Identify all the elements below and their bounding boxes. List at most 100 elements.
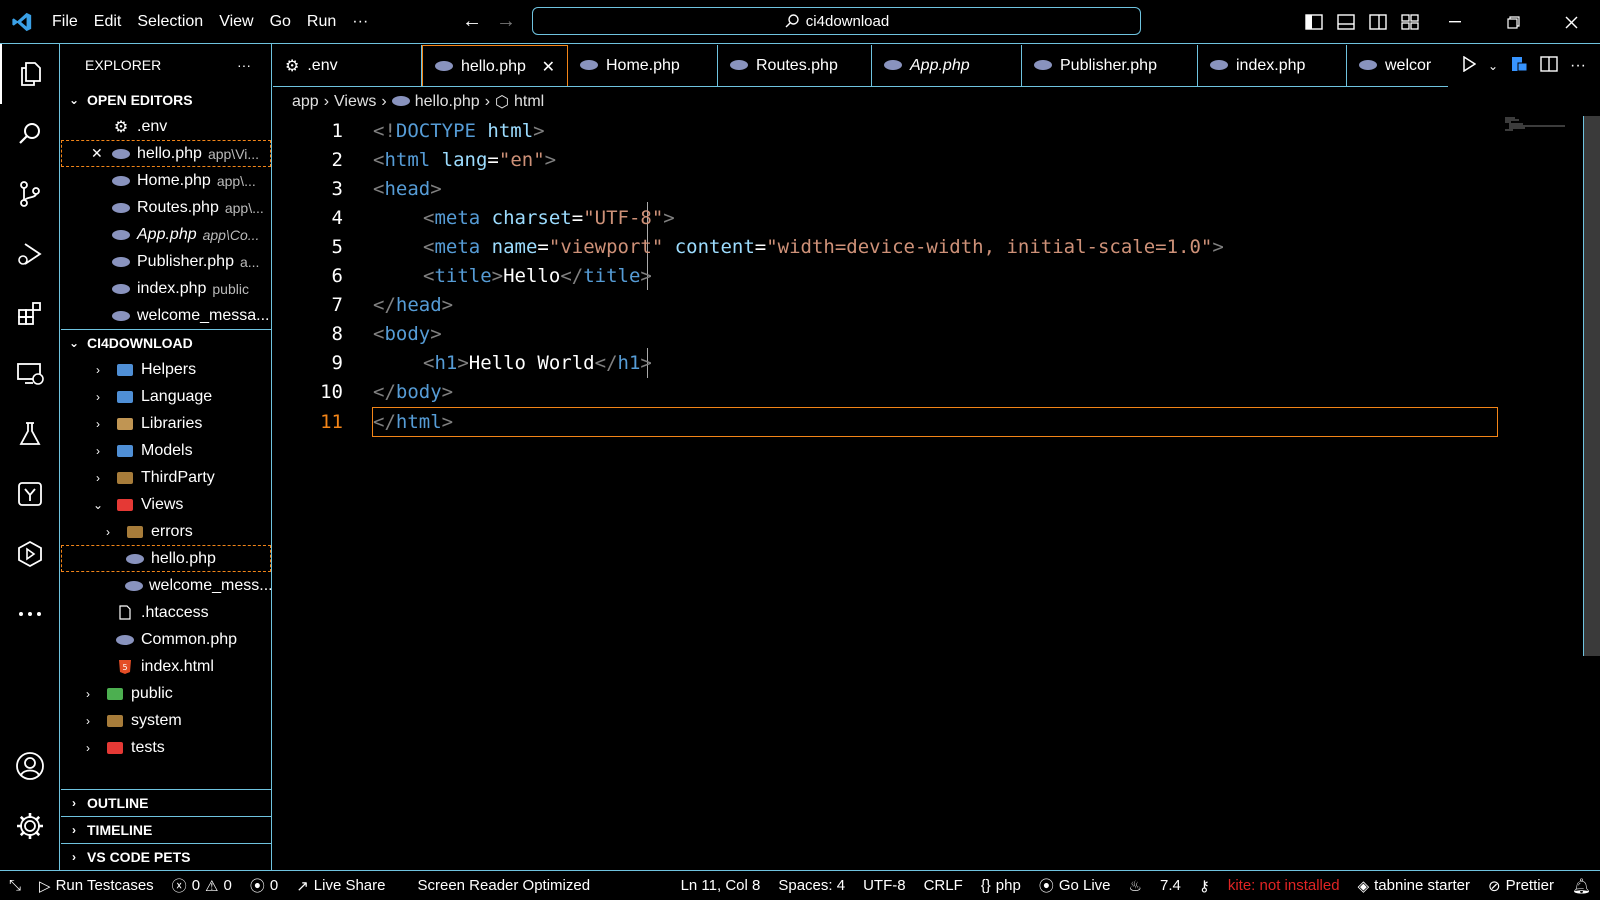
- open-editor-routes[interactable]: Routes.php app\...: [61, 194, 271, 221]
- open-editor-index[interactable]: index.php public: [61, 275, 271, 302]
- tab-env[interactable]: ⚙ .env: [273, 45, 422, 86]
- timeline-section[interactable]: › TIMELINE: [61, 816, 271, 843]
- minimize-icon[interactable]: [1426, 0, 1484, 44]
- tree-item-libraries[interactable]: › Libraries: [61, 410, 271, 437]
- tab-hello[interactable]: hello.php ✕: [422, 45, 568, 86]
- tab-app[interactable]: App.php: [872, 45, 1022, 86]
- menu-run[interactable]: Run: [299, 0, 344, 44]
- open-editor-publisher[interactable]: Publisher.php a...: [61, 248, 271, 275]
- tree-item-htaccess[interactable]: .htaccess: [61, 599, 271, 626]
- split-editor-icon[interactable]: [1540, 55, 1558, 77]
- open-editor-hello[interactable]: ✕ hello.php app\Vi...: [61, 140, 271, 167]
- close-icon[interactable]: ✕: [91, 145, 111, 162]
- tree-item-models[interactable]: › Models: [61, 437, 271, 464]
- toggle-secondary-sidebar-icon[interactable]: [1362, 0, 1394, 44]
- toggle-panel-icon[interactable]: [1330, 0, 1362, 44]
- tab-routes[interactable]: Routes.php: [718, 45, 872, 86]
- settings-gear-icon[interactable]: [0, 796, 60, 856]
- source-control-icon[interactable]: [0, 164, 60, 224]
- tab-index[interactable]: index.php: [1198, 45, 1347, 86]
- customize-layout-icon[interactable]: [1394, 0, 1426, 44]
- accounts-icon[interactable]: [0, 736, 60, 796]
- command-center[interactable]: ci4download: [532, 7, 1141, 35]
- tree-item-tests[interactable]: › tests: [61, 734, 271, 761]
- pull-requests-icon[interactable]: [0, 464, 60, 524]
- extensions-icon[interactable]: [0, 284, 60, 344]
- vscode-pets-section[interactable]: › VS CODE PETS: [61, 843, 271, 870]
- open-editor-env[interactable]: ⚙ .env: [61, 113, 271, 140]
- open-editor-welcome[interactable]: welcome_messa...: [61, 302, 271, 329]
- live-share-button[interactable]: ↗ Live Share: [287, 877, 394, 895]
- tree-item-thirdparty[interactable]: › ThirdParty: [61, 464, 271, 491]
- notifications-bell-icon[interactable]: 🔔︎: [1563, 877, 1600, 895]
- open-editor-home[interactable]: Home.php app\...: [61, 167, 271, 194]
- tabnine-status[interactable]: ◈ tabnine starter: [1349, 877, 1479, 895]
- remote-explorer-icon[interactable]: [0, 344, 60, 404]
- open-editors-section[interactable]: ⌄ OPEN EDITORS: [61, 86, 271, 113]
- toggle-primary-sidebar-icon[interactable]: [1298, 0, 1330, 44]
- tree-item-helpers[interactable]: › Helpers: [61, 356, 271, 383]
- encoding[interactable]: UTF-8: [854, 877, 915, 894]
- more-views-icon[interactable]: [0, 584, 60, 644]
- code-line: 1 <!DOCTYPE html>: [273, 116, 1503, 146]
- search-view-icon[interactable]: [0, 104, 60, 164]
- cursor-position[interactable]: Ln 11, Col 8: [672, 877, 770, 894]
- remote-indicator-icon[interactable]: ⤡: [0, 877, 30, 894]
- menu-file[interactable]: File: [44, 0, 86, 44]
- close-tab-icon[interactable]: ✕: [542, 57, 555, 77]
- tree-item-common[interactable]: Common.php: [61, 626, 271, 653]
- ports-indicator[interactable]: ⦿ 0: [241, 875, 287, 896]
- tab-publisher[interactable]: Publisher.php: [1022, 45, 1198, 86]
- tree-item-language[interactable]: › Language: [61, 383, 271, 410]
- indentation[interactable]: Spaces: 4: [769, 877, 854, 894]
- php-elephant-icon[interactable]: ♨: [1120, 877, 1151, 895]
- menu-view[interactable]: View: [211, 0, 261, 44]
- project-section[interactable]: ⌄ CI4DOWNLOAD: [61, 329, 271, 356]
- breadcrumb-item-views[interactable]: Views: [334, 93, 376, 111]
- menu-go[interactable]: Go: [262, 0, 299, 44]
- tree-item-views[interactable]: ⌄ Views: [61, 491, 271, 518]
- kite-status[interactable]: kite: not installed: [1219, 877, 1349, 894]
- menu-edit[interactable]: Edit: [86, 0, 130, 44]
- restore-icon[interactable]: [1484, 0, 1542, 44]
- tree-item-system[interactable]: › system: [61, 707, 271, 734]
- end-of-line[interactable]: CRLF: [915, 877, 972, 894]
- breadcrumb-item-file[interactable]: hello.php: [415, 93, 480, 111]
- testing-icon[interactable]: [0, 404, 60, 464]
- forward-arrow-icon[interactable]: →: [496, 10, 516, 33]
- php-version[interactable]: 7.4: [1151, 877, 1190, 894]
- run-icon[interactable]: [1462, 55, 1477, 77]
- close-window-icon[interactable]: [1542, 0, 1600, 44]
- open-editor-app[interactable]: App.php app\Co...: [61, 221, 271, 248]
- screen-reader-status[interactable]: Screen Reader Optimized: [408, 877, 599, 894]
- outline-section[interactable]: › OUTLINE: [61, 789, 271, 816]
- minimap[interactable]: [1505, 117, 1575, 133]
- menu-more[interactable]: ···: [344, 0, 376, 44]
- deploy-icon[interactable]: [0, 524, 60, 584]
- language-mode[interactable]: {} php: [972, 877, 1030, 894]
- tree-item-errors[interactable]: › errors: [61, 518, 271, 545]
- key-icon[interactable]: ⚷: [1190, 877, 1219, 895]
- more-actions-icon[interactable]: ···: [1570, 57, 1586, 75]
- run-debug-icon[interactable]: [0, 224, 60, 284]
- explorer-icon[interactable]: [0, 44, 60, 104]
- prettier-status[interactable]: ⊘ Prettier: [1479, 877, 1563, 895]
- explorer-more-icon[interactable]: ···: [237, 57, 251, 73]
- chevron-down-icon[interactable]: ⌄: [1488, 59, 1498, 73]
- tree-item-indexhtml[interactable]: 5 index.html: [61, 653, 271, 680]
- menu-selection[interactable]: Selection: [129, 0, 211, 44]
- run-testcases-button[interactable]: ▷ Run Testcases: [30, 877, 163, 895]
- tree-item-hello[interactable]: hello.php: [61, 545, 271, 572]
- open-preview-icon[interactable]: [1510, 55, 1528, 78]
- tree-item-public[interactable]: › public: [61, 680, 271, 707]
- back-arrow-icon[interactable]: ←: [462, 10, 482, 33]
- tree-item-welcome[interactable]: welcome_mess...: [61, 572, 271, 599]
- breadcrumb-item-symbol[interactable]: html: [514, 93, 544, 111]
- go-live-label: Go Live: [1058, 877, 1111, 894]
- tab-home[interactable]: Home.php: [568, 45, 718, 86]
- go-live-button[interactable]: ⦿ Go Live: [1030, 875, 1120, 896]
- editor-scrollbar[interactable]: [1583, 116, 1600, 656]
- code-editor[interactable]: 1 <!DOCTYPE html> 2 <html lang="en"> 3 <…: [273, 116, 1600, 870]
- problems-indicator[interactable]: ⓧ 0 ⚠ 0: [163, 875, 241, 896]
- breadcrumb-item-app[interactable]: app: [292, 93, 319, 111]
